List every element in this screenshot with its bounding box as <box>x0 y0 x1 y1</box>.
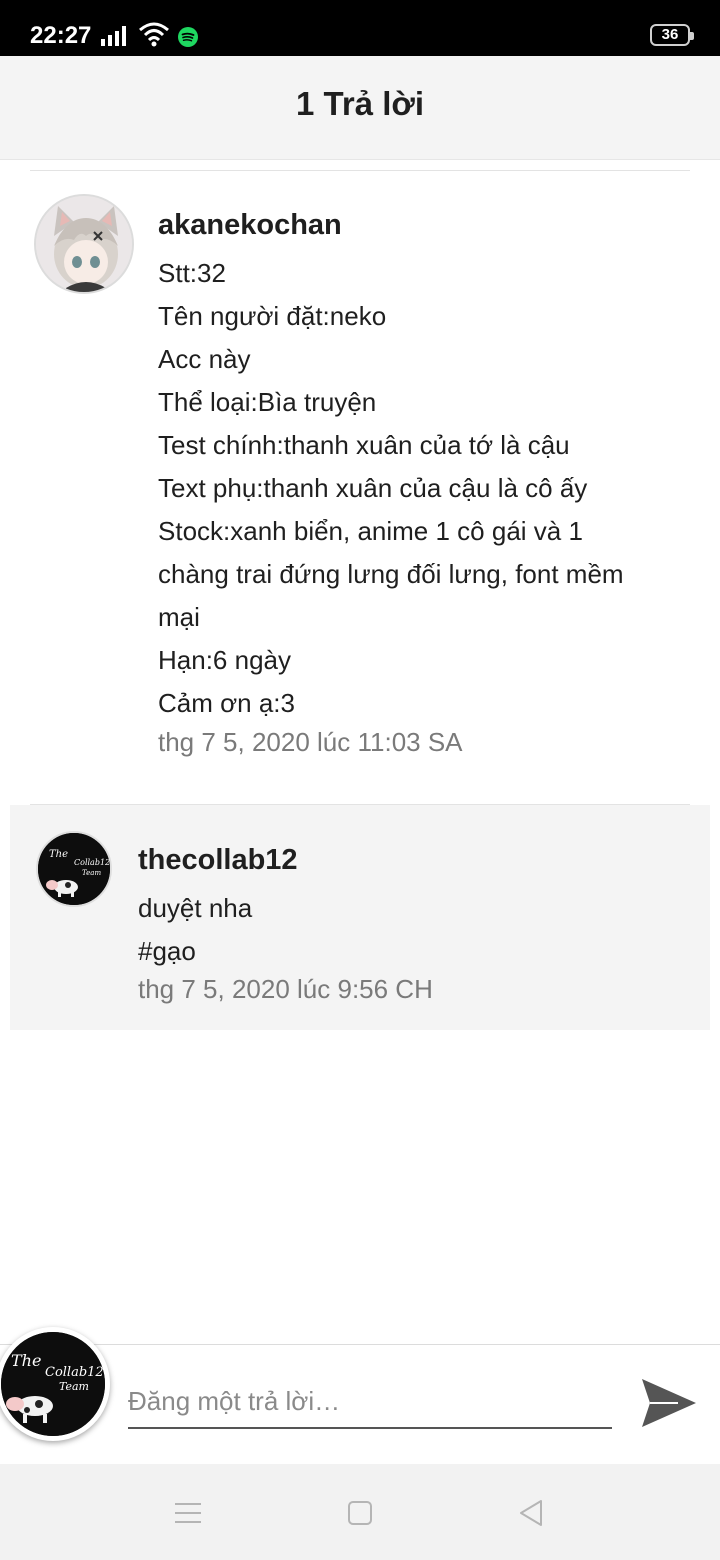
divider <box>30 170 690 171</box>
comment-line: Tên người đặt:neko <box>158 301 387 331</box>
comment-body: duyệt nha #gạo <box>138 891 678 977</box>
comment-line: mại <box>158 602 200 632</box>
compose-avatar[interactable]: The Collab12 Team <box>0 1327 110 1441</box>
wifi-icon <box>139 22 169 47</box>
page-title: 1 Trả lời <box>295 85 425 122</box>
logo-text-the: The <box>49 849 68 860</box>
comment-username[interactable]: akanekochan <box>158 208 342 242</box>
spotify-icon <box>178 27 198 47</box>
comment-line: chàng trai đứng lưng đối lưng, font mềm <box>158 559 624 589</box>
comment-line: Text phụ:thanh xuân của cậu là cô ấy <box>158 473 588 503</box>
comment-main: akanekochan Stt:32 Tên người đặt:neko Ac… <box>0 172 720 802</box>
comment-line: #gạo <box>138 936 196 966</box>
signal-icon <box>101 26 126 46</box>
comment-body: Stt:32 Tên người đặt:neko Acc này Thể lo… <box>158 256 688 729</box>
comment-line: Hạn:6 ngày <box>158 645 291 675</box>
avatar-anime-girl-image <box>36 196 132 292</box>
comment-username[interactable]: thecollab12 <box>138 843 298 877</box>
comment-timestamp: thg 7 5, 2020 lúc 9:56 CH <box>138 974 433 1004</box>
logo-text-team: Team <box>82 869 101 877</box>
comment-reply: The Collab12 Team thecollab12 duyệt nha … <box>10 805 710 1030</box>
logo-text-collab: Collab12 <box>74 858 110 867</box>
back-icon[interactable] <box>514 1496 548 1530</box>
menu-icon[interactable] <box>171 1496 205 1530</box>
comment-line: Stt:32 <box>158 258 226 288</box>
avatar[interactable]: The Collab12 Team <box>36 831 112 907</box>
comment-line: Thể loại:Bìa truyện <box>158 387 377 417</box>
compose-bar: The Collab12 Team <box>0 1327 720 1464</box>
comment-line: Acc này <box>158 344 251 374</box>
battery-level: 36 <box>661 26 679 43</box>
comment-line: Test chính:thanh xuân của tớ là cậu <box>158 430 570 460</box>
status-bar: 22:27 36 <box>0 0 720 56</box>
app-header: 1 Trả lời <box>0 56 720 160</box>
logo-text-team: Team <box>59 1380 89 1393</box>
system-nav-bar <box>0 1464 720 1560</box>
the-collab12-logo: The Collab12 Team <box>38 833 110 905</box>
send-icon[interactable] <box>638 1375 700 1431</box>
comment-timestamp: thg 7 5, 2020 lúc 11:03 SA <box>158 727 463 757</box>
avatar[interactable] <box>34 194 134 294</box>
status-time: 22:27 <box>30 22 92 49</box>
logo-text-collab: Collab12 <box>45 1365 104 1380</box>
logo-text-the: The <box>11 1351 41 1370</box>
comment-line: Stock:xanh biển, anime 1 cô gái và 1 <box>158 516 583 546</box>
home-icon[interactable] <box>343 1496 377 1530</box>
battery-icon: 36 <box>650 24 694 46</box>
the-collab12-logo: The Collab12 Team <box>1 1332 105 1436</box>
reply-input[interactable] <box>128 1381 612 1429</box>
comment-line: Cảm ơn ạ:3 <box>158 688 295 718</box>
comment-line: duyệt nha <box>138 893 253 923</box>
